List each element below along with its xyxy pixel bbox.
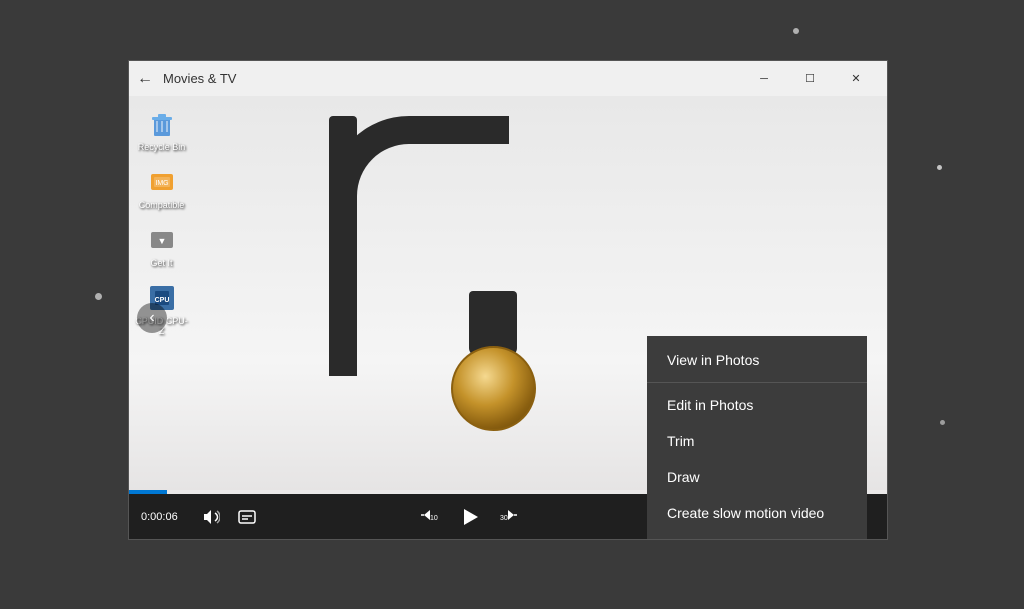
rewind-10-button[interactable]: 10 bbox=[414, 501, 446, 533]
desktop-icon-getit[interactable]: ▼ Get It bbox=[129, 220, 194, 272]
getit-label: Get It bbox=[150, 258, 172, 268]
context-menu-item-draw[interactable]: Draw bbox=[647, 459, 867, 495]
recycle-bin-label: Recycle Bin bbox=[138, 142, 186, 152]
context-menu-item-view-in-photos[interactable]: View in Photos bbox=[647, 342, 867, 378]
getit-icon: ▼ bbox=[146, 224, 178, 256]
titlebar: ← Movies & TV ─ ☐ ✕ bbox=[129, 61, 887, 96]
lamp-bulb bbox=[451, 346, 536, 431]
play-pause-button[interactable] bbox=[450, 497, 490, 537]
forward-30-icon: 30 bbox=[499, 508, 521, 526]
svg-text:▼: ▼ bbox=[157, 236, 166, 246]
svg-text:IMG: IMG bbox=[155, 180, 168, 187]
chevron-left-icon: ‹ bbox=[149, 309, 154, 327]
movies-tv-window: ← Movies & TV ─ ☐ ✕ bbox=[128, 60, 888, 540]
svg-text:30: 30 bbox=[500, 515, 508, 522]
context-menu-item-create-slow-motion[interactable]: Create slow motion video bbox=[647, 495, 867, 531]
context-menu-item-save-photo[interactable]: Save photo from video bbox=[647, 531, 867, 539]
rewind-10-icon: 10 bbox=[419, 508, 441, 526]
context-menu-divider-1 bbox=[647, 382, 867, 383]
minimize-button[interactable]: ─ bbox=[741, 61, 787, 96]
volume-icon bbox=[202, 508, 220, 526]
window-title: Movies & TV bbox=[163, 71, 741, 86]
maximize-button[interactable]: ☐ bbox=[787, 61, 833, 96]
volume-button[interactable] bbox=[195, 501, 227, 533]
back-button[interactable]: ← bbox=[137, 70, 153, 88]
prev-button[interactable]: ‹ bbox=[137, 303, 167, 333]
close-button[interactable]: ✕ bbox=[833, 61, 879, 96]
context-menu-item-trim[interactable]: Trim bbox=[647, 423, 867, 459]
recycle-bin-icon bbox=[146, 108, 178, 140]
play-icon bbox=[460, 507, 480, 527]
context-menu-item-edit-in-photos[interactable]: Edit in Photos bbox=[647, 387, 867, 423]
desktop-icon-recycle[interactable]: Recycle Bin bbox=[129, 104, 194, 156]
subtitle-button[interactable] bbox=[231, 501, 263, 533]
window-controls: ─ ☐ ✕ bbox=[741, 61, 879, 96]
compatible-icon: IMG bbox=[146, 166, 178, 198]
svg-text:10: 10 bbox=[430, 515, 438, 522]
video-area: Recycle Bin IMG Compatible bbox=[129, 96, 887, 539]
compatible-label: Compatible bbox=[139, 200, 185, 210]
desktop-icon-compatible[interactable]: IMG Compatible bbox=[129, 162, 194, 214]
subtitle-icon bbox=[238, 508, 256, 526]
context-menu: View in Photos Edit in Photos Trim Draw … bbox=[647, 336, 867, 539]
forward-30-button[interactable]: 30 bbox=[494, 501, 526, 533]
lamp-arm-vertical bbox=[329, 116, 357, 376]
